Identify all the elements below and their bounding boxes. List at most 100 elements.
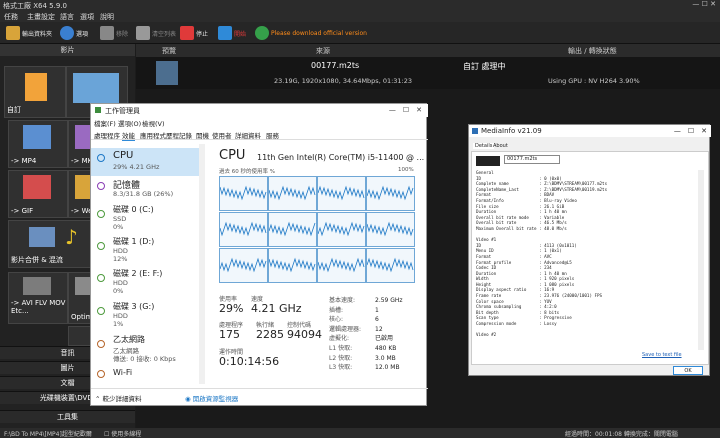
core-graph-line	[317, 257, 365, 273]
remove-button[interactable]: 移除	[100, 25, 128, 41]
stop-button[interactable]: 停止	[180, 25, 208, 41]
graph-caption: 過去 60 秒的使用率 %	[219, 169, 275, 175]
status-path: F:\BD To MP4\[MP4]超型紀歡爾	[4, 431, 92, 438]
resource-memory[interactable]: 記憶體 8.3/31.8 GB (26%)	[91, 176, 199, 204]
menu-language[interactable]: 語言	[60, 12, 74, 22]
category-video-header[interactable]: 影片	[0, 44, 135, 56]
file-select[interactable]: 00177.m2ts	[504, 155, 560, 164]
core-graph-line	[219, 257, 267, 273]
core-graph	[219, 212, 268, 247]
spec-row: 核心: 6	[329, 316, 379, 324]
mi-window-controls[interactable]: — ☐ ✕	[674, 126, 707, 136]
tm-footer: ⌃ 較少詳細資料 ◉ 開啟資源監視器	[91, 388, 428, 406]
tile-custom[interactable]: 自訂	[4, 66, 66, 118]
merge-film-icon	[29, 227, 55, 247]
menu-skin[interactable]: 主畫設定	[27, 12, 55, 22]
cpu-specs: 基本速度: 2.59 GHz 插槽: 1 核心: 6 邏輯處理器: 12 虛擬化: 已啟用…	[329, 296, 425, 376]
ok-button[interactable]: OK	[673, 366, 703, 375]
options-button[interactable]: 選項	[60, 25, 88, 41]
download-link[interactable]: Please download official version	[255, 25, 367, 41]
core-graph-line	[317, 221, 365, 237]
menu-task[interactable]: 任務	[4, 12, 18, 22]
tab-details[interactable]: Details	[473, 143, 495, 149]
tab-details[interactable]: 詳細資料	[235, 130, 261, 140]
resource-ethernet[interactable]: 乙太網路 乙太網路 傳送: 0 接收: 0 Kbps	[91, 334, 199, 366]
resource-disk2[interactable]: 磁碟 2 (E: F:) HDD 0%	[91, 268, 199, 300]
tab-processes[interactable]: 處理程序	[94, 130, 120, 140]
save-text-link[interactable]: Save to text file	[642, 352, 682, 358]
resource-disk3[interactable]: 磁碟 3 (G:) HDD 1%	[91, 301, 199, 333]
col-output[interactable]: 輸出 / 轉換狀態	[568, 46, 617, 56]
core-graph	[366, 212, 415, 247]
cpu-core-graphs	[219, 176, 415, 283]
tm-list-scrollbar[interactable]	[199, 144, 205, 384]
task-row[interactable]: 00177.m2ts 23.19G, 1920x1080, 34.64Mbps,…	[136, 57, 720, 89]
resource-disk1[interactable]: 磁碟 1 (D:) HDD 12%	[91, 236, 199, 268]
category-tools[interactable]: 工具集	[0, 410, 135, 423]
gif-icon	[23, 175, 51, 199]
core-graph	[219, 248, 268, 283]
mi-details-pane: 00177.m2ts General ID : 0 (0x0) Complete n…	[471, 151, 709, 365]
output-folder-button[interactable]: 輸出資料夾	[6, 25, 52, 41]
task-list-header: 預覽 來源 輸出 / 轉換狀態	[136, 44, 720, 57]
core-graph-line	[268, 185, 316, 201]
tab-performance[interactable]: 效能	[122, 130, 135, 141]
core-graph	[366, 176, 415, 211]
task-status: 自訂 處理中	[463, 62, 506, 71]
resource-cpu[interactable]: CPU 29% 4.21 GHz	[91, 148, 199, 176]
tm-menu-file[interactable]: 檔案(F)	[94, 118, 116, 128]
core-graph	[268, 176, 317, 211]
tab-about[interactable]: About	[493, 143, 508, 149]
task-info: 23.19G, 1920x1080, 34.64Mbps, 01:31:23	[274, 77, 413, 85]
spec-row: L3 快取: 12.0 MB	[329, 364, 400, 372]
window-controls[interactable]: — ☐ ✕	[692, 0, 716, 8]
tile-gif[interactable]: -> GIF	[8, 170, 68, 218]
core-graph	[219, 176, 268, 211]
menu-options[interactable]: 選項	[80, 12, 94, 22]
menu-bar: 任務 主畫設定 語言 選項 說明	[0, 10, 720, 22]
film-icon	[73, 73, 119, 103]
folder-icon	[6, 26, 20, 40]
cpu-model: 11th Gen Intel(R) Core(TM) i5-11400 @ ..…	[257, 153, 425, 162]
start-button[interactable]: 開始	[218, 25, 246, 41]
core-graph-line	[219, 185, 267, 201]
clear-icon	[136, 26, 150, 40]
task-manager-window: 工作管理員 — ☐ ✕ 檔案(F) 選項(O) 檢視(V) 處理程序 效能 應用…	[90, 103, 428, 406]
clear-list-button[interactable]: 清空列表	[136, 25, 176, 41]
col-source[interactable]: 來源	[316, 46, 330, 56]
fewer-details-link[interactable]: ⌃ 較少詳細資料	[95, 393, 142, 403]
spec-row: 插槽: 1	[329, 306, 379, 314]
stop-icon	[180, 26, 194, 40]
tile-mp4[interactable]: -> MP4	[8, 120, 68, 168]
proc-value: 175	[219, 328, 240, 341]
core-graph-line	[219, 221, 267, 237]
tm-menu-options[interactable]: 選項(O)	[118, 118, 141, 128]
spec-row: 邏輯處理器: 12	[329, 325, 383, 333]
resource-monitor-link[interactable]: ◉ 開啟資源監視器	[185, 393, 238, 403]
tile-avi-flv-mov[interactable]: -> AVI FLV MOV Etc...	[8, 272, 68, 324]
mi-tabs: Details About	[471, 142, 709, 150]
core-graph-line	[317, 185, 365, 201]
tm-window-controls[interactable]: — ☐ ✕	[389, 105, 422, 115]
tm-menu-view[interactable]: 檢視(V)	[142, 118, 165, 128]
tab-services[interactable]: 服務	[266, 130, 279, 140]
graph-max: 100%	[398, 167, 414, 173]
core-graph	[317, 212, 366, 247]
multithread-checkbox[interactable]: ☐ 使用多線程	[104, 429, 141, 438]
menu-help[interactable]: 說明	[100, 12, 114, 22]
thread-value: 2285	[256, 328, 284, 341]
file-thumbnail-icon	[476, 156, 500, 166]
tab-startup[interactable]: 開機	[196, 130, 209, 140]
handle-value: 94094	[287, 328, 322, 341]
pause-icon	[218, 26, 232, 40]
mp4-icon	[23, 125, 51, 149]
resource-disk0[interactable]: 磁碟 0 (C:) SSD 0%	[91, 204, 199, 236]
video-thumbnail-icon	[156, 61, 178, 85]
tab-app-history[interactable]: 應用程式歷程記錄	[140, 130, 192, 140]
document-icon	[25, 73, 47, 101]
col-preview[interactable]: 預覽	[162, 46, 176, 56]
tab-users[interactable]: 使用者	[212, 130, 232, 140]
task-gpu: Using GPU : NV H264 3.90%	[548, 77, 640, 85]
resource-wifi[interactable]: Wi-Fi	[91, 367, 199, 383]
mi-scrollbar[interactable]	[698, 170, 704, 350]
